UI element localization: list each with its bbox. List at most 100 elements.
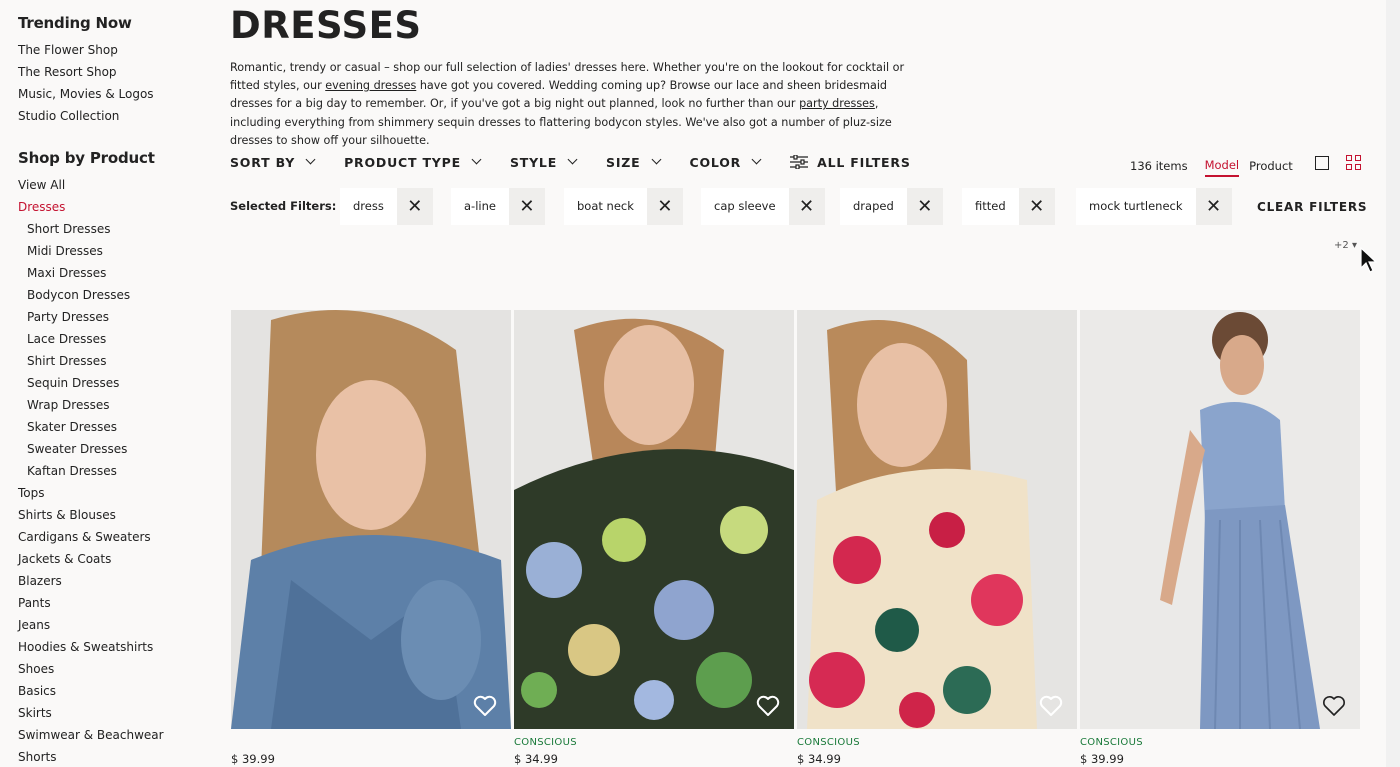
remove-filter-cap-sleeve[interactable]: ✕ <box>788 188 825 225</box>
filter-chip-dress: dress ✕ <box>340 188 433 225</box>
sidebar-item-basics[interactable]: Basics <box>18 680 164 702</box>
heart-icon[interactable] <box>1039 695 1063 717</box>
remove-filter-boat-neck[interactable]: ✕ <box>646 188 683 225</box>
product-price: $ 34.99 <box>514 752 558 766</box>
scrollbar[interactable] <box>1386 0 1400 767</box>
product-type-dropdown[interactable]: PRODUCT TYPE <box>344 154 482 170</box>
close-icon: ✕ <box>1029 195 1045 217</box>
sidebar-item-resort-shop[interactable]: The Resort Shop <box>18 61 154 83</box>
sidebar-item-studio-collection[interactable]: Studio Collection <box>18 105 154 127</box>
chevron-down-icon <box>471 154 482 165</box>
sidebar-item-wrap-dresses[interactable]: Wrap Dresses <box>18 394 164 416</box>
sidebar-item-skirts[interactable]: Skirts <box>18 702 164 724</box>
product-type-label: PRODUCT TYPE <box>344 154 461 170</box>
selected-filters-label: Selected Filters: <box>230 199 337 213</box>
product-image[interactable] <box>231 310 511 729</box>
sidebar-item-flower-shop[interactable]: The Flower Shop <box>18 39 154 61</box>
sidebar-item-kaftan-dresses[interactable]: Kaftan Dresses <box>18 460 164 482</box>
view-controls: 136 items Model Product <box>1130 154 1361 177</box>
sidebar-item-hoodies-sweatshirts[interactable]: Hoodies & Sweatshirts <box>18 636 164 658</box>
remove-filter-fitted[interactable]: ✕ <box>1018 188 1055 225</box>
sidebar-item-shoes[interactable]: Shoes <box>18 658 164 680</box>
sidebar-item-shirts-blouses[interactable]: Shirts & Blouses <box>18 504 164 526</box>
color-label: COLOR <box>689 154 742 170</box>
close-icon: ✕ <box>917 195 933 217</box>
close-icon: ✕ <box>657 195 673 217</box>
filter-chip-cap-sleeve: cap sleeve ✕ <box>701 188 825 225</box>
sidebar-item-bodycon-dresses[interactable]: Bodycon Dresses <box>18 284 164 306</box>
sort-by-label: SORT BY <box>230 154 296 170</box>
filter-chip-fitted: fitted ✕ <box>962 188 1055 225</box>
grid-view-icon[interactable] <box>1345 155 1361 170</box>
sidebar-item-music-movies-logos[interactable]: Music, Movies & Logos <box>18 83 154 105</box>
filter-chip-boat-neck: boat neck ✕ <box>564 188 683 225</box>
product-view-toggle[interactable]: Product <box>1249 159 1293 173</box>
product-card[interactable]: CONSCIOUS $ 34.99 <box>797 310 1077 766</box>
remove-filter-mock-turtleneck[interactable]: ✕ <box>1195 188 1232 225</box>
model-photo-denim-dress <box>231 310 511 729</box>
sidebar-item-lace-dresses[interactable]: Lace Dresses <box>18 328 164 350</box>
sidebar-item-sequin-dresses[interactable]: Sequin Dresses <box>18 372 164 394</box>
remove-filter-draped[interactable]: ✕ <box>906 188 943 225</box>
product-image[interactable] <box>1080 310 1360 729</box>
model-photo-floral-dress <box>514 310 794 729</box>
close-icon: ✕ <box>1205 195 1222 217</box>
model-view-toggle[interactable]: Model <box>1204 158 1240 177</box>
evening-dresses-link[interactable]: evening dresses <box>325 79 416 92</box>
filter-bar: SORT BY PRODUCT TYPE STYLE SIZE COLOR AL… <box>230 152 941 172</box>
clear-filters-button[interactable]: CLEAR FILTERS <box>1257 200 1367 214</box>
product-card[interactable]: CONSCIOUS $ 34.99 <box>514 310 794 766</box>
sidebar-item-skater-dresses[interactable]: Skater Dresses <box>18 416 164 438</box>
more-filters-toggle[interactable]: +2 ▾ <box>1334 240 1357 251</box>
sidebar-item-cardigans-sweaters[interactable]: Cardigans & Sweaters <box>18 526 164 548</box>
items-count: 136 items <box>1130 158 1188 173</box>
model-photo-red-floral-dress <box>797 310 1077 729</box>
product-card[interactable]: $ 39.99 <box>231 310 511 766</box>
close-icon: ✕ <box>799 195 815 217</box>
sidebar-item-sweater-dresses[interactable]: Sweater Dresses <box>18 438 164 460</box>
all-filters-button[interactable]: ALL FILTERS <box>790 155 911 170</box>
sidebar-item-shirt-dresses[interactable]: Shirt Dresses <box>18 350 164 372</box>
category-description: Romantic, trendy or casual – shop our fu… <box>230 59 920 150</box>
sort-by-dropdown[interactable]: SORT BY <box>230 154 316 170</box>
product-image[interactable] <box>797 310 1077 729</box>
chevron-down-icon <box>305 154 316 165</box>
heart-icon[interactable] <box>473 695 497 717</box>
sidebar-item-dresses[interactable]: Dresses <box>18 196 164 218</box>
remove-filter-a-line[interactable]: ✕ <box>508 188 545 225</box>
heart-icon[interactable] <box>756 695 780 717</box>
product-card[interactable]: CONSCIOUS $ 39.99 <box>1080 310 1360 766</box>
chip-label: dress <box>353 199 384 213</box>
size-label: SIZE <box>606 154 641 170</box>
sidebar-item-short-dresses[interactable]: Short Dresses <box>18 218 164 240</box>
party-dresses-link[interactable]: party dresses <box>799 97 875 110</box>
sidebar-item-blazers[interactable]: Blazers <box>18 570 164 592</box>
sidebar-item-party-dresses[interactable]: Party Dresses <box>18 306 164 328</box>
heart-icon[interactable] <box>1322 695 1346 717</box>
filter-chip-draped: draped ✕ <box>840 188 943 225</box>
style-dropdown[interactable]: STYLE <box>510 155 578 170</box>
chip-label: a-line <box>464 199 496 213</box>
chip-label: cap sleeve <box>714 199 776 213</box>
color-dropdown[interactable]: COLOR <box>689 154 762 170</box>
chevron-down-icon <box>651 154 661 165</box>
sidebar-item-shorts[interactable]: Shorts <box>18 746 164 767</box>
sidebar-item-maxi-dresses[interactable]: Maxi Dresses <box>18 262 164 284</box>
model-photo-blue-pleated-dress <box>1080 310 1360 729</box>
remove-filter-dress[interactable]: ✕ <box>396 188 433 225</box>
product-image[interactable] <box>514 310 794 729</box>
product-category-list: View All Dresses Short Dresses Midi Dresses… <box>18 174 164 767</box>
size-dropdown[interactable]: SIZE <box>606 154 661 170</box>
sidebar-item-swimwear-beachwear[interactable]: Swimwear & Beachwear <box>18 724 164 746</box>
trending-heading: Trending Now <box>18 14 132 32</box>
sidebar-item-tops[interactable]: Tops <box>18 482 164 504</box>
sidebar-item-jackets-coats[interactable]: Jackets & Coats <box>18 548 164 570</box>
conscious-tag: CONSCIOUS <box>514 737 577 748</box>
sidebar-item-pants[interactable]: Pants <box>18 592 164 614</box>
sidebar-item-midi-dresses[interactable]: Midi Dresses <box>18 240 164 262</box>
conscious-tag: CONSCIOUS <box>797 737 860 748</box>
mouse-cursor-icon <box>1360 247 1378 273</box>
sidebar-item-view-all[interactable]: View All <box>18 174 164 196</box>
single-view-icon[interactable] <box>1314 155 1329 170</box>
sidebar-item-jeans[interactable]: Jeans <box>18 614 164 636</box>
